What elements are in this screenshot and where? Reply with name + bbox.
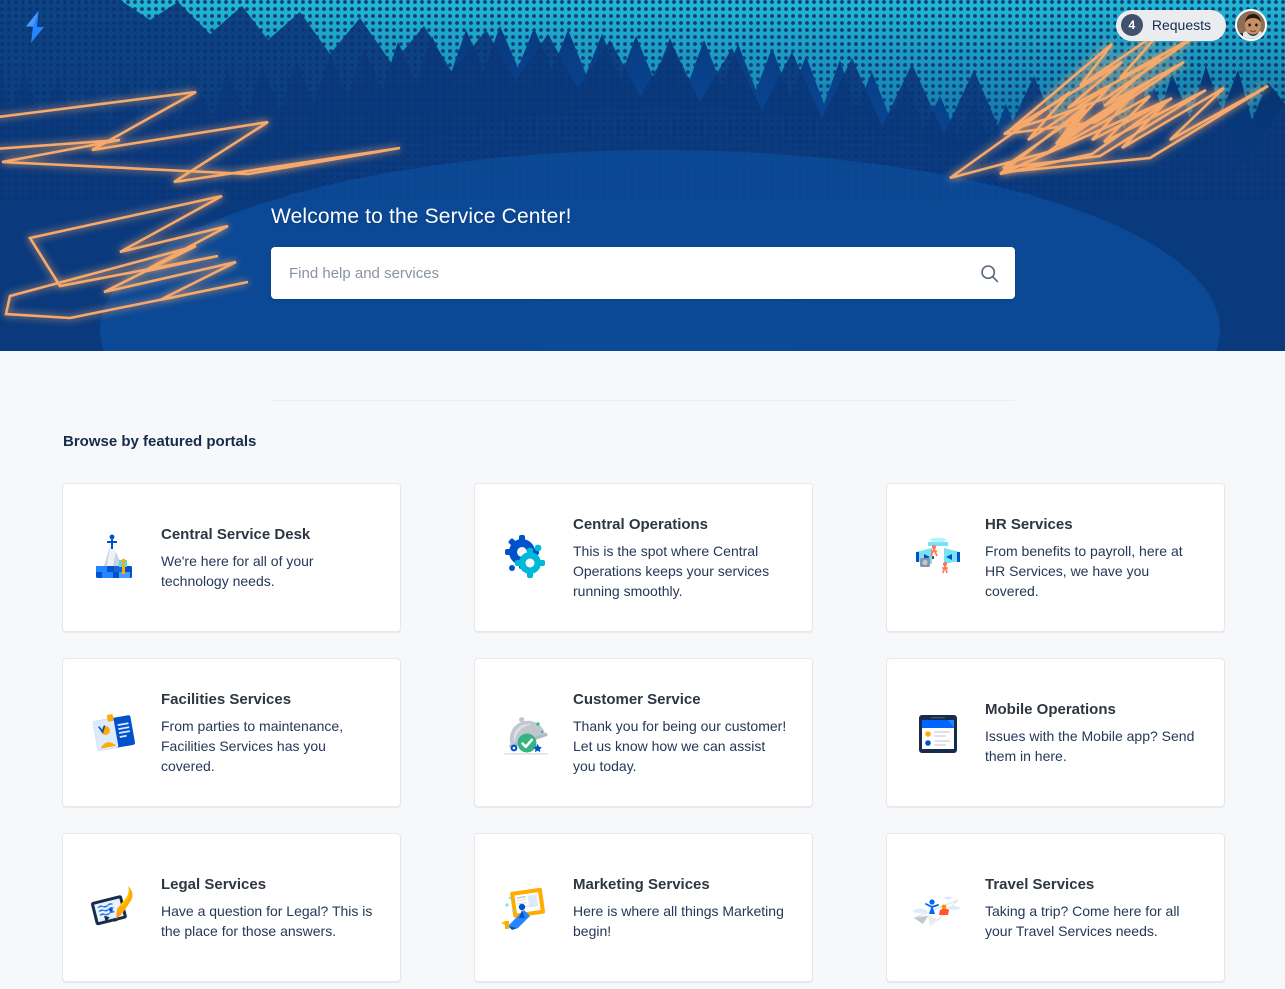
search-icon: [980, 264, 998, 282]
portal-card-description: Taking a trip? Come here for all your Tr…: [985, 903, 1180, 939]
portal-card-description: Issues with the Mobile app? Send them in…: [985, 728, 1195, 764]
search-input[interactable]: [271, 248, 1015, 298]
portal-card-title: Travel Services: [985, 876, 1095, 893]
portal-card-central-operations[interactable]: Central Operations This is the spot wher…: [474, 483, 813, 632]
user-avatar[interactable]: [1235, 9, 1267, 41]
portal-card-text: Central Operations This is the spot wher…: [573, 514, 790, 601]
portal-card-description: We're here for all of your technology ne…: [161, 553, 314, 589]
portal-card-marketing-services[interactable]: Marketing Services Here is where all thi…: [474, 833, 813, 982]
hero-content: Welcome to the Service Center!: [271, 205, 1015, 299]
gears-operations-icon: [495, 527, 557, 589]
portal-card-title: Customer Service: [573, 691, 701, 708]
portal-card-title: Facilities Services: [161, 691, 292, 708]
portal-card-description: This is the spot where Central Operation…: [573, 543, 770, 599]
search-bar[interactable]: [271, 247, 1015, 299]
portal-card-title: Marketing Services: [573, 876, 710, 893]
portal-card-text: Marketing Services Here is where all thi…: [573, 874, 790, 941]
portal-card-customer-service[interactable]: Customer Service Thank you for being our…: [474, 658, 813, 807]
portal-card-text: Facilities Services From parties to main…: [161, 689, 378, 776]
portal-card-travel-services[interactable]: Travel Services Taking a trip? Come here…: [886, 833, 1225, 982]
lightning-bolt-logo[interactable]: [20, 10, 50, 44]
portal-card-title: Central Operations: [573, 516, 709, 533]
cloche-check-customer-icon: [495, 702, 557, 764]
requests-button[interactable]: 4 Requests: [1115, 9, 1226, 41]
portal-card-description: Thank you for being our customer! Let us…: [573, 718, 787, 774]
portal-card-text: HR Services From benefits to payroll, he…: [985, 514, 1202, 601]
portal-card-hr-services[interactable]: HR Services From benefits to payroll, he…: [886, 483, 1225, 632]
portal-card-mobile-operations[interactable]: Mobile Operations Issues with the Mobile…: [886, 658, 1225, 807]
tablet-mobile-icon: [907, 702, 969, 764]
portal-card-title: Mobile Operations: [985, 701, 1116, 718]
search-button[interactable]: [977, 261, 1001, 285]
section-divider: [271, 400, 1015, 401]
portal-card-central-service-desk[interactable]: Central Service Desk We're here for all …: [62, 483, 401, 632]
portal-card-text: Mobile Operations Issues with the Mobile…: [985, 699, 1202, 766]
portal-card-text: Travel Services Taking a trip? Come here…: [985, 874, 1202, 941]
presentation-marketing-icon: [495, 877, 557, 939]
portal-card-facilities-services[interactable]: Facilities Services From parties to main…: [62, 658, 401, 807]
main-content: Browse by featured portals Central Servi…: [0, 351, 1285, 989]
portal-card-title: Legal Services: [161, 876, 267, 893]
badge-facilities-icon: [83, 702, 145, 764]
avatar-image: [1237, 11, 1265, 39]
featured-portals-grid: Central Service Desk We're here for all …: [62, 483, 1225, 982]
paper-plane-travel-icon: [907, 877, 969, 939]
hero-banner: 4 Requests Welcome to the Service Center…: [0, 0, 1285, 351]
tablet-pencil-legal-icon: [83, 877, 145, 939]
portal-card-text: Legal Services Have a question for Legal…: [161, 874, 378, 941]
requests-label: Requests: [1151, 17, 1211, 33]
section-title: Browse by featured portals: [63, 433, 257, 450]
portal-card-title: HR Services: [985, 516, 1073, 533]
portal-card-text: Customer Service Thank you for being our…: [573, 689, 790, 776]
page-title: Welcome to the Service Center!: [271, 205, 572, 228]
portal-card-description: Have a question for Legal? This is the p…: [161, 903, 373, 939]
people-hr-icon: [907, 527, 969, 589]
requests-count-badge: 4: [1120, 14, 1143, 36]
portal-card-legal-services[interactable]: Legal Services Have a question for Legal…: [62, 833, 401, 982]
portal-card-text: Central Service Desk We're here for all …: [161, 524, 378, 591]
iceberg-service-desk-icon: [83, 527, 145, 589]
portal-card-description: From parties to maintenance, Facilities …: [161, 718, 344, 774]
portal-card-description: Here is where all things Marketing begin…: [573, 903, 784, 939]
topbar-right: 4 Requests: [1115, 9, 1267, 41]
portal-card-title: Central Service Desk: [161, 526, 311, 543]
portal-card-description: From benefits to payroll, here at HR Ser…: [985, 543, 1183, 599]
